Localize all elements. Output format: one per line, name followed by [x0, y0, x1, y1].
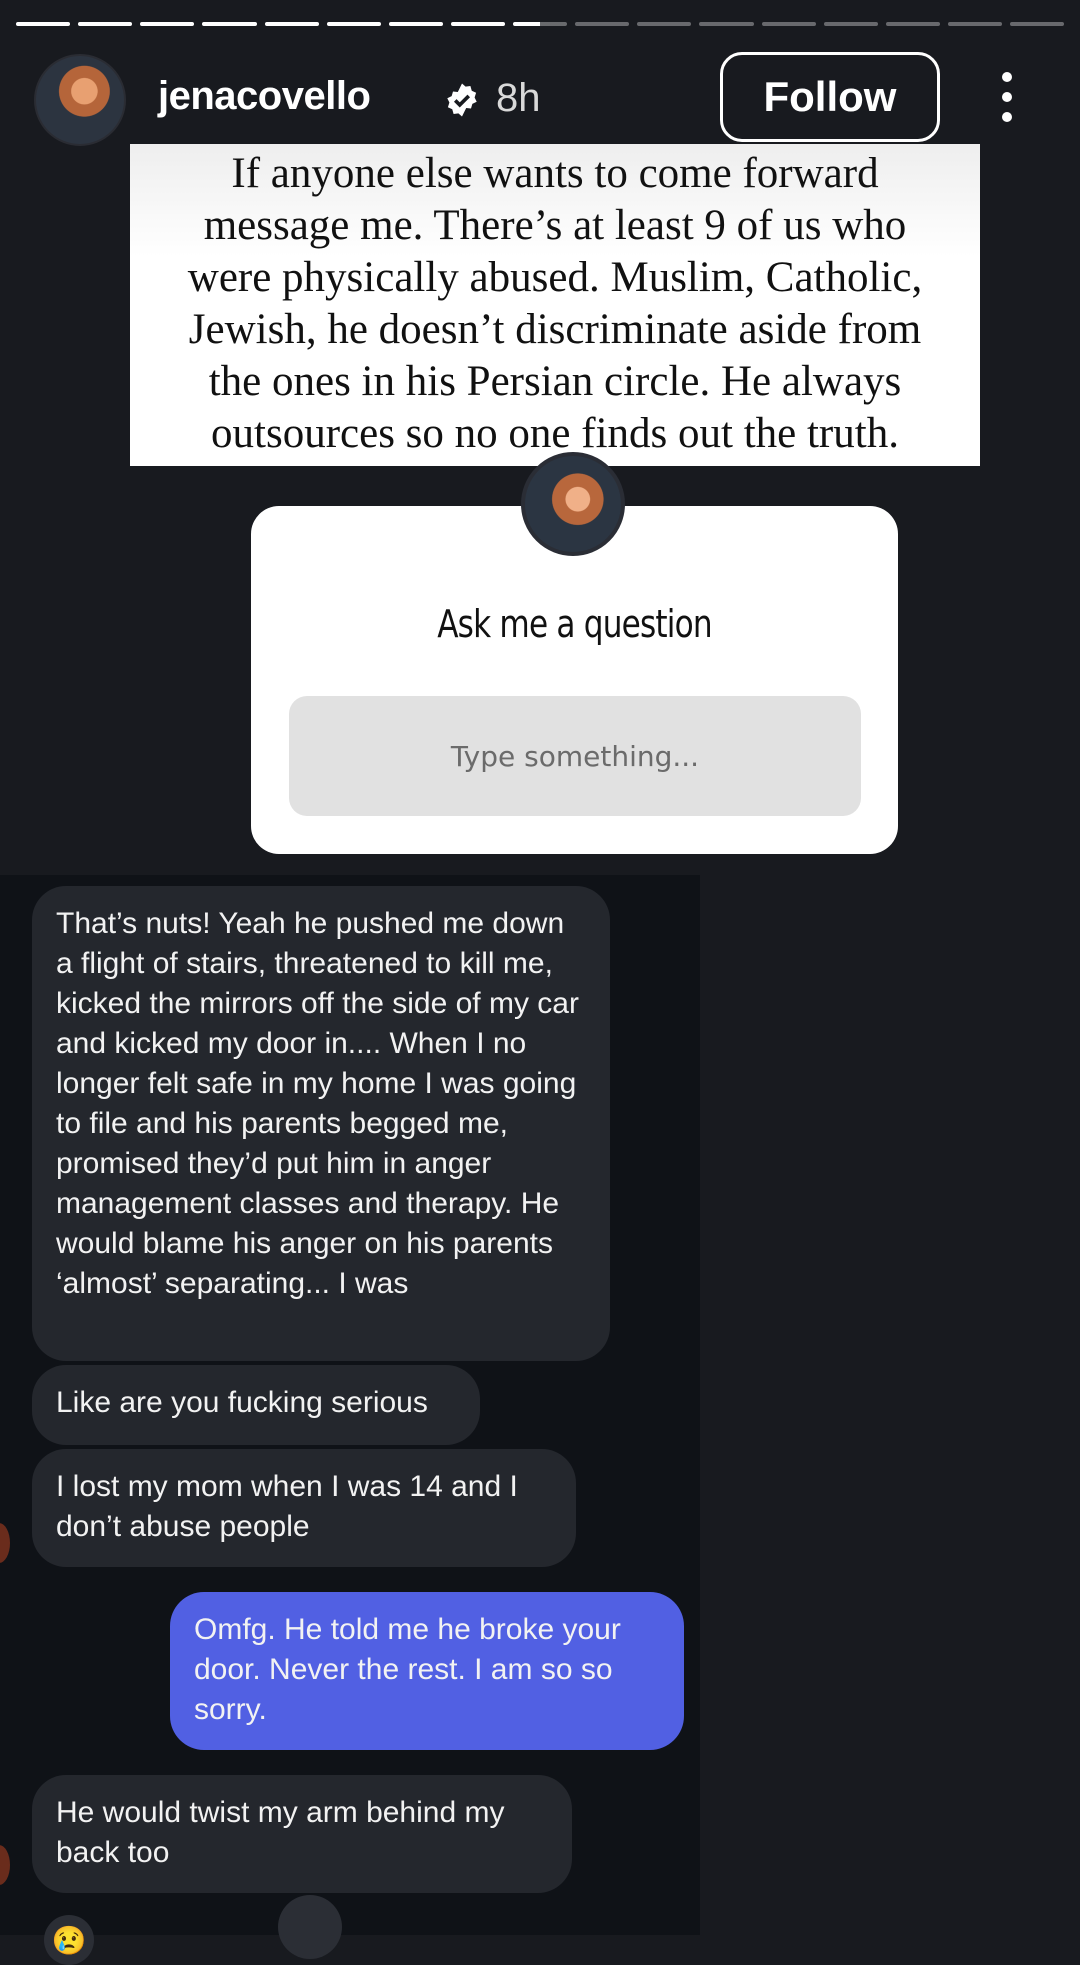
- progress-segment: [1010, 22, 1065, 26]
- message-bubble-outgoing: Omfg. He told me he broke your door. Nev…: [170, 1592, 684, 1750]
- verified-badge-icon: [447, 83, 477, 117]
- quote-line: If anyone else wants to come forward: [231, 150, 879, 197]
- progress-segment: [388, 22, 443, 26]
- progress-segment: [450, 22, 505, 26]
- progress-segment-current: [513, 22, 568, 26]
- question-sticker-title: Ask me a question: [437, 602, 712, 646]
- quote-line: outsources so no one finds out the truth…: [211, 410, 899, 457]
- story-progress-bar: [16, 22, 1065, 26]
- progress-segment: [823, 22, 878, 26]
- story-header: jenacovello 8h Follow: [34, 52, 1046, 146]
- message-bubble-incoming: Like are you fucking serious: [32, 1365, 480, 1445]
- username[interactable]: jenacovello: [158, 74, 371, 119]
- story-text-overlay: If anyone else wants to come forward mes…: [130, 144, 980, 466]
- progress-segment: [637, 22, 692, 26]
- message-bubble-incoming: I lost my mom when I was 14 and I don’t …: [32, 1449, 576, 1567]
- quote-line: Jewish, he doesn’t discriminate aside fr…: [188, 306, 922, 353]
- progress-segment: [16, 22, 71, 26]
- question-sticker[interactable]: Ask me a question: [251, 506, 898, 854]
- question-input[interactable]: [289, 738, 861, 774]
- progress-segment: [947, 22, 1002, 26]
- progress-segment: [761, 22, 816, 26]
- progress-segment: [140, 22, 195, 26]
- question-sticker-avatar: [521, 452, 625, 556]
- progress-segment: [575, 22, 630, 26]
- progress-segment: [326, 22, 381, 26]
- quote-line: were physically abused. Muslim, Catholic…: [187, 254, 923, 301]
- more-vertical-icon[interactable]: [1000, 72, 1014, 122]
- crying-face-reaction-icon: 😢: [44, 1915, 94, 1965]
- progress-segment: [264, 22, 319, 26]
- sender-avatar-dot: [0, 1845, 10, 1885]
- partial-element: [278, 1895, 342, 1959]
- progress-segment: [202, 22, 257, 26]
- avatar[interactable]: [34, 54, 126, 146]
- message-bubble-incoming: That’s nuts! Yeah he pushed me down a fl…: [32, 886, 610, 1361]
- progress-segment: [699, 22, 754, 26]
- question-input-container[interactable]: [289, 696, 861, 816]
- quote-line: message me. There’s at least 9 of us who: [203, 202, 907, 249]
- follow-button[interactable]: Follow: [720, 52, 940, 142]
- message-bubble-incoming: He would twist my arm behind my back too: [32, 1775, 572, 1893]
- sender-avatar-dot: [0, 1523, 10, 1563]
- progress-segment: [885, 22, 940, 26]
- progress-segment: [78, 22, 133, 26]
- quote-line: the ones in his Persian circle. He alway…: [208, 358, 902, 405]
- post-time: 8h: [496, 76, 541, 120]
- dm-screenshot: That’s nuts! Yeah he pushed me down a fl…: [0, 875, 700, 1965]
